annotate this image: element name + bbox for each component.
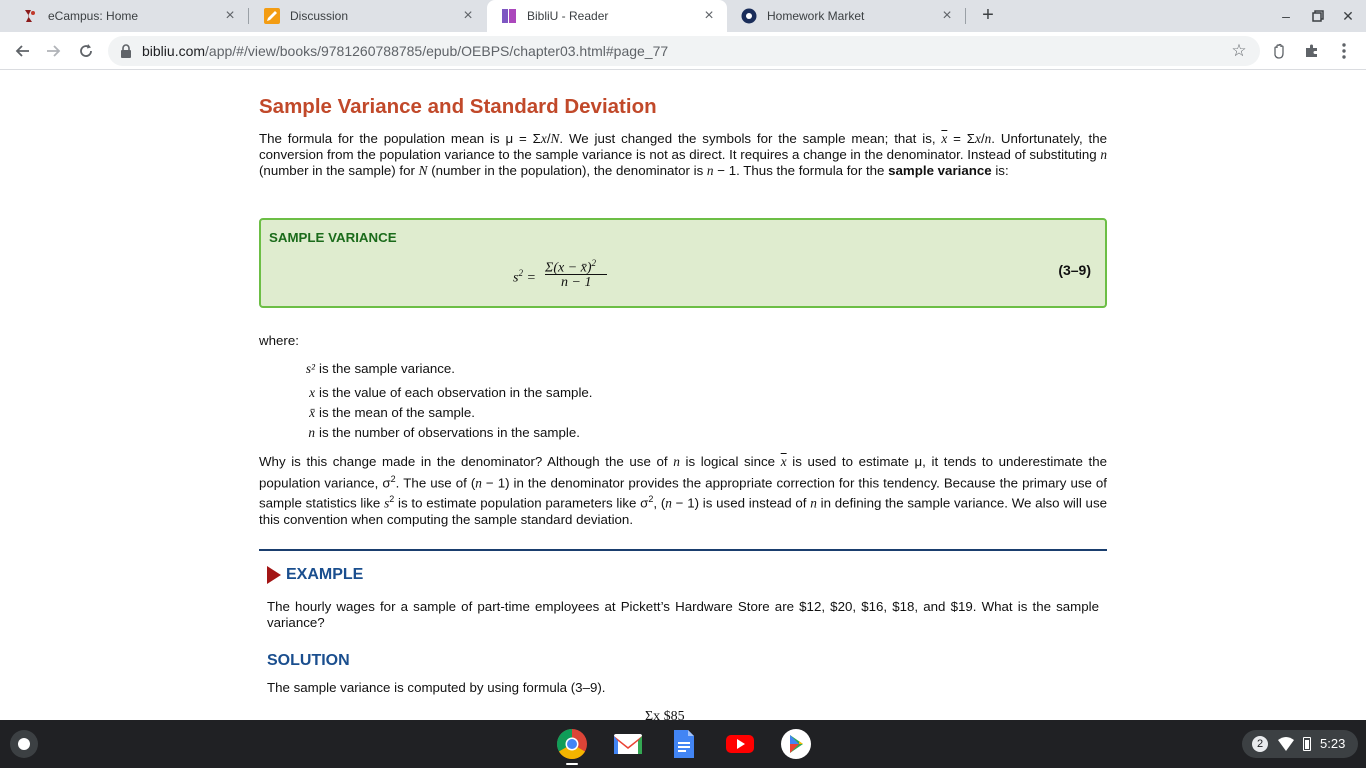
docs-icon[interactable] [668, 728, 700, 760]
section-title: Sample Variance and Standard Deviation [259, 95, 657, 118]
intro-paragraph: The formula for the population mean is μ… [259, 131, 1107, 178]
reload-icon[interactable] [74, 39, 98, 63]
more-menu-icon[interactable] [1334, 41, 1354, 61]
definition-text: is the number of observations in the sam… [319, 425, 580, 440]
example-heading: EXAMPLE [267, 566, 363, 584]
definition-symbol: x [309, 385, 315, 400]
definition-item: s² is the sample variance. [295, 361, 455, 377]
tab-title: BibliU - Reader [527, 9, 609, 23]
bibliu-icon [502, 9, 516, 23]
definition-item: x is the value of each observation in the… [295, 385, 593, 401]
restore-icon[interactable] [1308, 6, 1328, 26]
tab-homework-market[interactable]: Homework Market × [727, 0, 965, 32]
solution-text: The sample variance is computed by using… [267, 680, 606, 695]
tab-separator [248, 8, 249, 24]
tab-discussion[interactable]: Discussion × [250, 0, 486, 32]
launcher-icon[interactable] [10, 730, 38, 758]
homework-market-icon [741, 8, 757, 24]
back-icon[interactable] [10, 39, 34, 63]
tab-bibliu-reader[interactable]: BibliU - Reader × [487, 0, 727, 32]
definition-text: is the mean of the sample. [319, 405, 475, 420]
bookmark-star-icon[interactable]: ☆ [1230, 42, 1248, 60]
notification-count[interactable]: 2 [1252, 736, 1268, 752]
section-divider [259, 549, 1107, 551]
tab-separator [965, 8, 966, 24]
tab-title: Homework Market [767, 9, 865, 23]
box-title: SAMPLE VARIANCE [269, 230, 397, 245]
tab-title: Discussion [290, 9, 349, 23]
close-tab-icon[interactable]: × [939, 8, 955, 24]
sample-variance-box: SAMPLE VARIANCE s2 = Σ(x − x̄)2 n − 1 (3… [259, 218, 1107, 308]
extensions-puzzle-icon[interactable] [1302, 41, 1322, 61]
explanation-paragraph: Why is this change made in the denominat… [259, 454, 1108, 528]
active-app-indicator [566, 763, 578, 765]
url-host: bibliu.com [142, 43, 206, 59]
clock: 5:23 [1320, 736, 1346, 751]
close-tab-icon[interactable]: × [701, 8, 717, 24]
chrome-icon[interactable] [556, 728, 588, 760]
extension-hand-icon[interactable] [1270, 41, 1290, 61]
pencil-icon [264, 8, 280, 24]
close-window-icon[interactable]: ✕ [1338, 6, 1358, 26]
reader-page[interactable]: Sample Variance and Standard Deviation T… [0, 71, 1366, 720]
battery-icon [1303, 737, 1311, 751]
minimize-icon[interactable]: – [1276, 6, 1296, 26]
solution-heading: SOLUTION [267, 652, 350, 669]
formula-lhs: s2 = [513, 268, 536, 286]
definition-item: x̄ is the mean of the sample. [295, 405, 475, 421]
definition-symbol: s² [305, 361, 315, 376]
definition-symbol: n [308, 425, 315, 440]
equation-number: (3–9) [1058, 262, 1091, 278]
example-text: The hourly wages for a sample of part-ti… [267, 599, 1099, 630]
tab-strip: eCampus: Home × Discussion × BibliU - Re… [0, 0, 1366, 32]
play-store-icon[interactable] [780, 728, 812, 760]
url-text: bibliu.com/app/#/view/books/978126078878… [142, 43, 668, 59]
close-tab-icon[interactable]: × [222, 8, 238, 24]
lock-icon[interactable] [120, 44, 132, 58]
browser-toolbar: bibliu.com/app/#/view/books/978126078878… [0, 32, 1366, 70]
wifi-icon [1278, 737, 1294, 751]
ecampus-icon [25, 10, 35, 22]
gmail-icon[interactable] [612, 728, 644, 760]
os-shelf: 2 5:23 [0, 720, 1366, 768]
status-tray[interactable]: 2 5:23 [1242, 730, 1358, 758]
sample-variance-formula: s2 = Σ(x − x̄)2 n − 1 [513, 251, 623, 295]
address-bar[interactable]: bibliu.com/app/#/view/books/978126078878… [108, 36, 1260, 66]
tab-title: eCampus: Home [48, 9, 139, 23]
definition-symbol: x̄ [309, 405, 315, 420]
partial-formula-line: Σx $85 [645, 709, 685, 720]
definition-item: n is the number of observations in the sa… [295, 425, 580, 441]
new-tab-icon[interactable]: + [976, 4, 1000, 28]
where-label: where: [259, 333, 299, 348]
forward-icon[interactable] [42, 39, 66, 63]
play-arrow-icon [267, 566, 281, 584]
definition-text: is the sample variance. [319, 361, 455, 376]
youtube-icon[interactable] [724, 728, 756, 760]
formula-denominator: n − 1 [561, 275, 592, 290]
close-tab-icon[interactable]: × [460, 8, 476, 24]
tab-ecampus[interactable]: eCampus: Home × [8, 0, 248, 32]
definition-text: is the value of each observation in the … [319, 385, 593, 400]
url-path: /app/#/view/books/9781260788785/epub/OEB… [205, 43, 669, 59]
